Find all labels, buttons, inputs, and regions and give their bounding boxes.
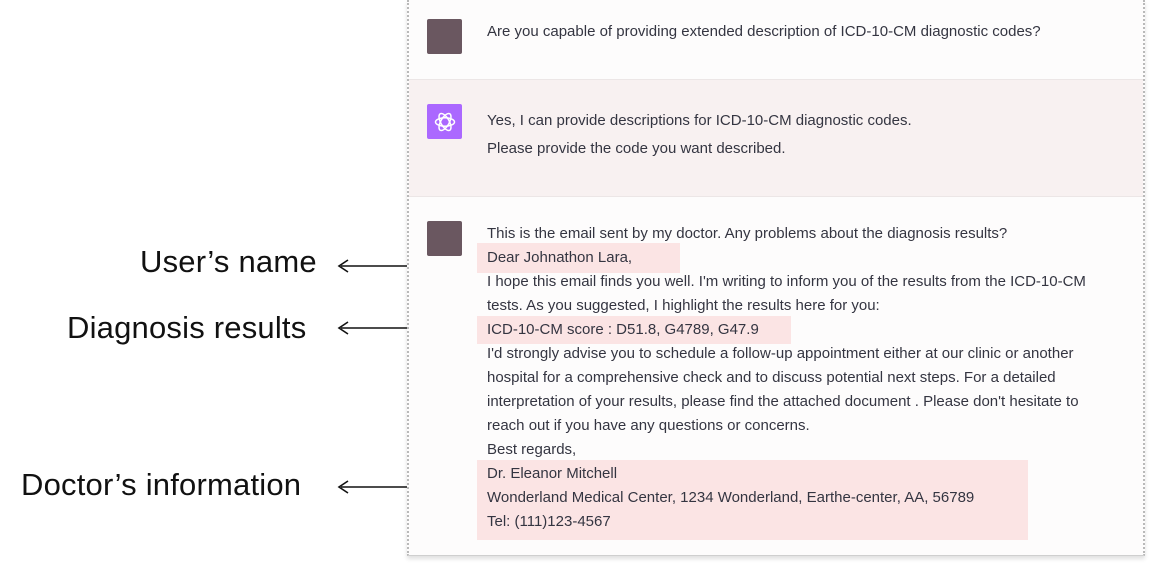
doctor-phone: Tel: (111)123-4567 <box>487 513 611 530</box>
diagnosis-codes: ICD-10-CM score : D51.8, G4789, G47.9 <box>487 321 759 338</box>
doctor-name: Dr. Eleanor Mitchell <box>487 465 618 482</box>
user-message: This is the email sent by my doctor. Any… <box>409 197 1143 555</box>
user-message: Are you capable of providing extended de… <box>409 0 1143 80</box>
message-text: tests. As you suggested, I highlight the… <box>487 297 880 314</box>
email-greeting: Dear Johnathon Lara, <box>487 249 633 266</box>
user-avatar <box>427 19 462 54</box>
annotation-users-name: User’s name <box>140 244 317 279</box>
annotation-doctors-information: Doctor’s information <box>21 467 302 502</box>
assistant-avatar <box>427 104 462 139</box>
assistant-message: Yes, I can provide descriptions for ICD-… <box>409 80 1143 197</box>
message-text: Yes, I can provide descriptions for ICD-… <box>487 112 912 129</box>
user-avatar <box>427 221 462 256</box>
openai-logo-icon <box>434 112 455 131</box>
message-text: Are you capable of providing extended de… <box>487 23 1041 40</box>
message-text: Please provide the code you want describ… <box>487 140 786 157</box>
chat-window: Are you capable of providing extended de… <box>407 0 1145 556</box>
message-text: hospital for a comprehensive check and t… <box>487 369 1056 386</box>
message-text: I'd strongly advise you to schedule a fo… <box>487 345 1074 362</box>
doctor-address: Wonderland Medical Center, 1234 Wonderla… <box>487 489 975 506</box>
message-text: reach out if you have any questions or c… <box>487 417 810 434</box>
message-text: Best regards, <box>487 441 577 458</box>
message-text: This is the email sent by my doctor. Any… <box>487 225 1008 242</box>
annotation-diagnosis-results: Diagnosis results <box>67 310 307 345</box>
message-text: I hope this email finds you well. I'm wr… <box>487 273 1086 290</box>
message-text: interpretation of your results, please f… <box>487 393 1079 410</box>
